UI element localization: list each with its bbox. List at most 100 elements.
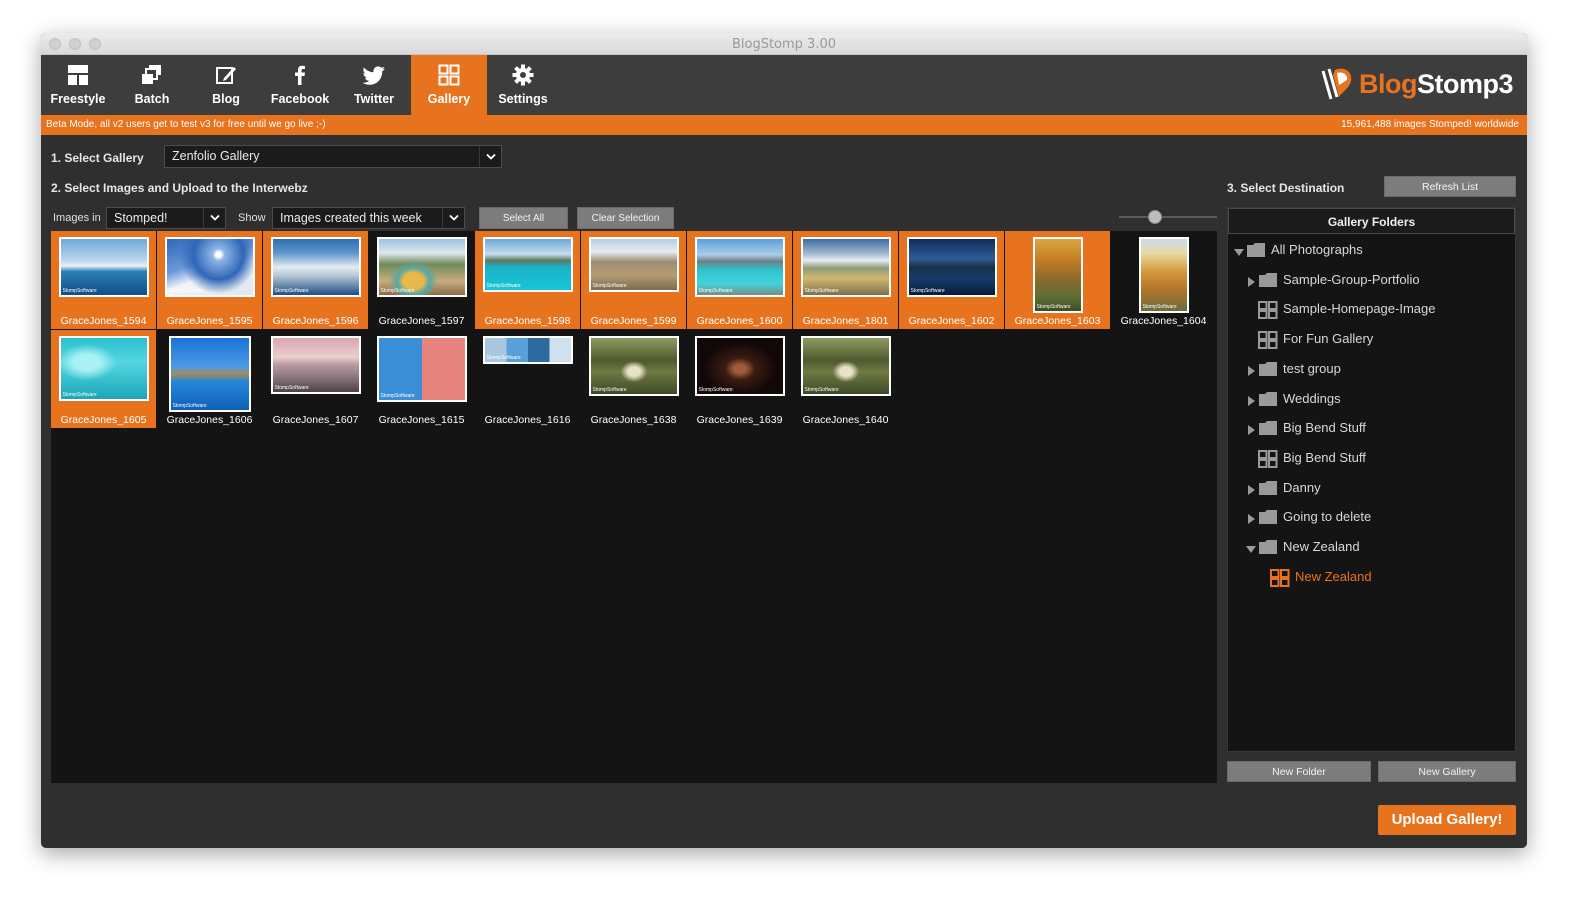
image-filename: GraceJones_1597 (378, 315, 465, 327)
image-filename: GraceJones_1599 (590, 315, 677, 327)
image-thumbnail: StompSoftware (1138, 237, 1189, 313)
show-filter-value: Images created this week (280, 211, 422, 225)
tree-item-label: New Zealand (1283, 539, 1360, 554)
gallery-grid-icon (1258, 331, 1278, 352)
disclosure-right-icon[interactable] (1246, 394, 1256, 406)
image-tile[interactable]: StompSoftware GraceJones_1603 (1005, 231, 1110, 329)
image-thumbnail: StompSoftware (376, 336, 467, 402)
toolbar-gallery[interactable]: Gallery (411, 55, 487, 115)
show-filter-chevron (442, 208, 464, 228)
image-tile[interactable]: StompSoftware GraceJones_1598 (475, 231, 580, 329)
folder-icon (1258, 272, 1278, 291)
show-filter-select[interactable]: Images created this week (272, 207, 465, 229)
thumbnail-watermark: StompSoftware (62, 392, 97, 398)
tree-item-label: All Photographs (1271, 242, 1363, 257)
gallery-service-select[interactable]: Zenfolio Gallery (164, 145, 502, 168)
image-filename: GraceJones_1607 (272, 414, 359, 426)
toolbar-settings[interactable]: Settings (487, 55, 559, 115)
show-label: Show (238, 212, 266, 224)
select-all-button[interactable]: Select All (479, 207, 568, 229)
image-tile[interactable]: StompSoftware GraceJones_1616 (475, 330, 580, 428)
gallery-grid-icon (1258, 449, 1278, 471)
images-in-chevron (203, 208, 225, 228)
toolbar-batch[interactable]: Batch (115, 55, 189, 115)
image-tile[interactable]: StompSoftware GraceJones_1599 (581, 231, 686, 329)
image-thumbnail: StompSoftware (58, 237, 149, 297)
toolbar-twitter[interactable]: Twitter (337, 55, 411, 115)
toolbar-facebook[interactable]: Facebook (263, 55, 337, 115)
disclosure-down-icon[interactable] (1234, 245, 1244, 256)
toolbar-blog-label: Blog (212, 92, 240, 106)
disclosure-right-icon[interactable] (1246, 512, 1256, 525)
thumbnail-watermark: StompSoftware (62, 288, 97, 294)
image-filename: GraceJones_1801 (802, 315, 889, 327)
blogstomp-logo: BlogStomp3 (1319, 67, 1514, 103)
image-tile[interactable]: StompSoftware GraceJones_1638 (581, 330, 686, 428)
stomp-counter: 15,961,488 images Stomped! worldwide (1341, 119, 1519, 130)
toolbar-freestyle[interactable]: Freestyle (41, 55, 115, 115)
images-in-select[interactable]: Stomped! (106, 207, 226, 229)
slider-knob[interactable] (1148, 210, 1162, 224)
new-folder-button[interactable]: New Folder (1227, 761, 1371, 782)
blog-edit-icon (216, 67, 236, 84)
disclosure-right-icon[interactable] (1246, 423, 1256, 436)
folder-icon (1258, 420, 1278, 439)
refresh-list-button[interactable]: Refresh List (1384, 176, 1516, 197)
upload-gallery-label: Upload Gallery! (1391, 811, 1503, 828)
logo-text-stomp: Stomp3 (1417, 69, 1514, 99)
image-tile[interactable]: StompSoftware GraceJones_1639 (687, 330, 792, 428)
image-thumbnail: StompSoftware (270, 237, 361, 297)
image-tile[interactable]: StompSoftware GraceJones_1607 (263, 330, 368, 428)
image-tile[interactable]: StompSoftware GraceJones_1605 (51, 330, 156, 428)
toolbar-blog[interactable]: Blog (189, 55, 263, 115)
image-tile[interactable]: StompSoftware GraceJones_1615 (369, 330, 474, 428)
tree-item-label: Danny (1283, 479, 1321, 495)
title-bar: BlogStomp 3.00 (41, 33, 1527, 55)
image-tile[interactable]: StompSoftware GraceJones_1801 (793, 231, 898, 329)
thumbnail-watermark: StompSoftware (1142, 304, 1177, 310)
image-thumbnail: StompSoftware (800, 237, 891, 297)
image-tile[interactable]: StompSoftware GraceJones_1600 (687, 231, 792, 329)
image-tile[interactable]: StompSoftware GraceJones_1595 (157, 231, 262, 329)
new-gallery-button[interactable]: New Gallery (1378, 761, 1516, 782)
disclosure-right-icon[interactable] (1246, 483, 1256, 495)
image-thumbnail: StompSoftware (800, 336, 891, 396)
image-tile[interactable]: StompSoftware GraceJones_1606 (157, 330, 262, 428)
clear-selection-button[interactable]: Clear Selection (577, 207, 674, 229)
tree-item-label: New Zealand (1295, 568, 1372, 584)
image-tile[interactable]: StompSoftware GraceJones_1597 (369, 231, 474, 329)
thumbnail-watermark: StompSoftware (910, 288, 945, 294)
gallery-folders-header: Gallery Folders (1228, 208, 1515, 234)
twitter-icon (362, 66, 385, 85)
toolbar-gallery-label: Gallery (427, 92, 471, 106)
freestyle-icon (68, 65, 88, 85)
image-grid: StompSoftware GraceJones_1594 StompSoftwar… (51, 231, 1217, 783)
thumbnail-watermark: StompSoftware (592, 283, 627, 289)
thumbnail-watermark: StompSoftware (804, 387, 839, 393)
batch-icon (142, 65, 161, 84)
stomp-logo-icon (1321, 68, 1352, 100)
disclosure-right-icon[interactable] (1246, 275, 1256, 287)
thumbnail-watermark: StompSoftware (486, 283, 521, 289)
image-thumbnail: StompSoftware (164, 237, 255, 297)
image-tile[interactable]: StompSoftware GraceJones_1596 (263, 231, 368, 329)
clear-selection-label: Clear Selection (591, 213, 660, 224)
chevron-down-icon (486, 153, 496, 160)
image-filename: GraceJones_1606 (166, 414, 253, 426)
select-images-label: 2. Select Images and Upload to the Inter… (51, 181, 308, 195)
image-tile[interactable]: StompSoftware GraceJones_1594 (51, 231, 156, 329)
main-toolbar: Freestyle Batch Blog Facebook Twitter Ga… (41, 55, 1527, 115)
thumbnail-size-slider[interactable] (1119, 210, 1217, 224)
image-thumbnail: StompSoftware (694, 336, 785, 396)
image-tile[interactable]: StompSoftware GraceJones_1602 (899, 231, 1004, 329)
toolbar-freestyle-label: Freestyle (50, 92, 106, 106)
image-filename: GraceJones_1598 (484, 315, 571, 327)
disclosure-down-icon[interactable] (1246, 542, 1256, 553)
tree-item-label: Sample-Group-Portfolio (1283, 271, 1420, 287)
upload-gallery-button[interactable]: Upload Gallery! (1378, 805, 1516, 835)
image-tile[interactable]: StompSoftware GraceJones_1640 (793, 330, 898, 428)
image-tile[interactable]: StompSoftware GraceJones_1604 (1111, 231, 1216, 329)
thumbnail-watermark: StompSoftware (168, 288, 203, 294)
tree-item-label: test group (1283, 360, 1341, 376)
disclosure-right-icon[interactable] (1246, 364, 1256, 376)
